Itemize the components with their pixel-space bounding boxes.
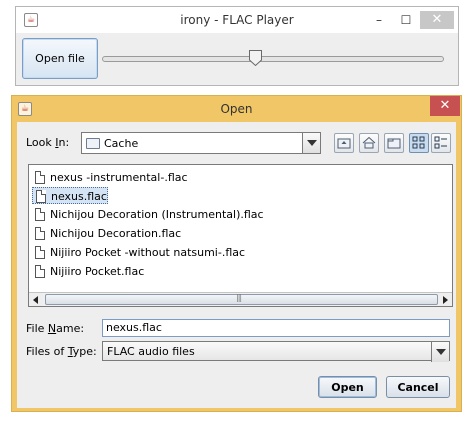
player-titlebar[interactable]: ☕ irony - FLAC Player – ☐ ✕	[16, 7, 458, 33]
list-item[interactable]: Nichijou Decoration.flac	[32, 225, 181, 242]
file-icon	[35, 208, 45, 221]
file-icon	[35, 246, 45, 259]
seek-slider-track[interactable]	[102, 56, 444, 62]
chevron-down-icon[interactable]	[431, 342, 449, 362]
seek-slider-thumb[interactable]	[249, 50, 263, 66]
look-in-value: Cache	[104, 137, 139, 150]
list-item[interactable]: Nichijou Decoration (Instrumental).flac	[32, 206, 264, 223]
home-icon	[362, 136, 376, 149]
files-of-type-value: FLAC audio files	[107, 345, 195, 358]
file-list[interactable]: nexus -instrumental-.flac nexus.flac Nic…	[28, 164, 453, 307]
file-icon	[35, 265, 45, 278]
file-icon	[35, 227, 45, 240]
list-item-label: Nichijou Decoration.flac	[50, 227, 182, 240]
look-in-combo[interactable]: Cache	[81, 132, 321, 154]
list-view-icon	[412, 136, 425, 149]
list-item-selected[interactable]: nexus.flac	[32, 187, 108, 204]
list-item[interactable]: Nijiiro Pocket.flac	[32, 263, 144, 280]
minimize-button[interactable]: –	[368, 11, 390, 29]
file-icon	[35, 171, 45, 184]
list-item-label: nexus.flac	[51, 190, 107, 203]
folder-icon	[86, 138, 100, 149]
close-button[interactable]: ✕	[420, 11, 454, 29]
new-folder-button[interactable]	[384, 133, 404, 153]
files-of-type-combo[interactable]: FLAC audio files	[102, 341, 450, 362]
scroll-left-icon[interactable]	[29, 293, 43, 306]
details-view-icon	[434, 136, 447, 149]
dialog-body: Look In: Cache nexus -instrumental-.flac	[17, 122, 456, 408]
maximize-button[interactable]: ☐	[395, 11, 417, 29]
scroll-right-icon[interactable]	[438, 293, 452, 306]
dialog-title: Open	[220, 102, 253, 116]
file-icon	[36, 190, 46, 203]
dialog-titlebar[interactable]: ☕ Open ✕	[12, 96, 461, 122]
files-of-type-label: Files of Type:	[26, 345, 97, 358]
player-window: ☕ irony - FLAC Player – ☐ ✕ Open file	[15, 6, 459, 86]
chevron-down-icon[interactable]	[302, 133, 320, 153]
file-name-label: File Name:	[26, 322, 85, 335]
new-folder-icon	[387, 138, 401, 149]
player-title: irony - FLAC Player	[180, 13, 294, 27]
horizontal-scrollbar[interactable]	[29, 292, 452, 306]
dialog-close-button[interactable]: ✕	[430, 96, 460, 116]
look-in-label: Look In:	[26, 136, 70, 149]
up-one-level-button[interactable]	[334, 133, 354, 153]
file-name-field[interactable]: nexus.flac	[102, 319, 450, 337]
list-item-label: nexus -instrumental-.flac	[50, 171, 188, 184]
list-item-label: Nijiiro Pocket -without natsumi-.flac	[50, 246, 246, 259]
folder-up-icon	[337, 138, 351, 149]
list-view-button[interactable]	[409, 133, 429, 153]
home-button[interactable]	[359, 133, 379, 153]
list-item-label: Nijiiro Pocket.flac	[50, 265, 145, 278]
open-button[interactable]: Open	[318, 376, 377, 398]
list-item[interactable]: nexus -instrumental-.flac	[32, 169, 188, 186]
cancel-button[interactable]: Cancel	[386, 376, 450, 398]
open-file-button[interactable]: Open file	[22, 38, 98, 79]
list-item[interactable]: Nijiiro Pocket -without natsumi-.flac	[32, 244, 245, 261]
scrollbar-thumb[interactable]	[45, 293, 438, 305]
open-dialog: ☕ Open ✕ Look In: Cache nexus -instrumen…	[11, 95, 462, 412]
list-item-label: Nichijou Decoration (Instrumental).flac	[50, 208, 264, 221]
details-view-button[interactable]	[431, 133, 451, 153]
